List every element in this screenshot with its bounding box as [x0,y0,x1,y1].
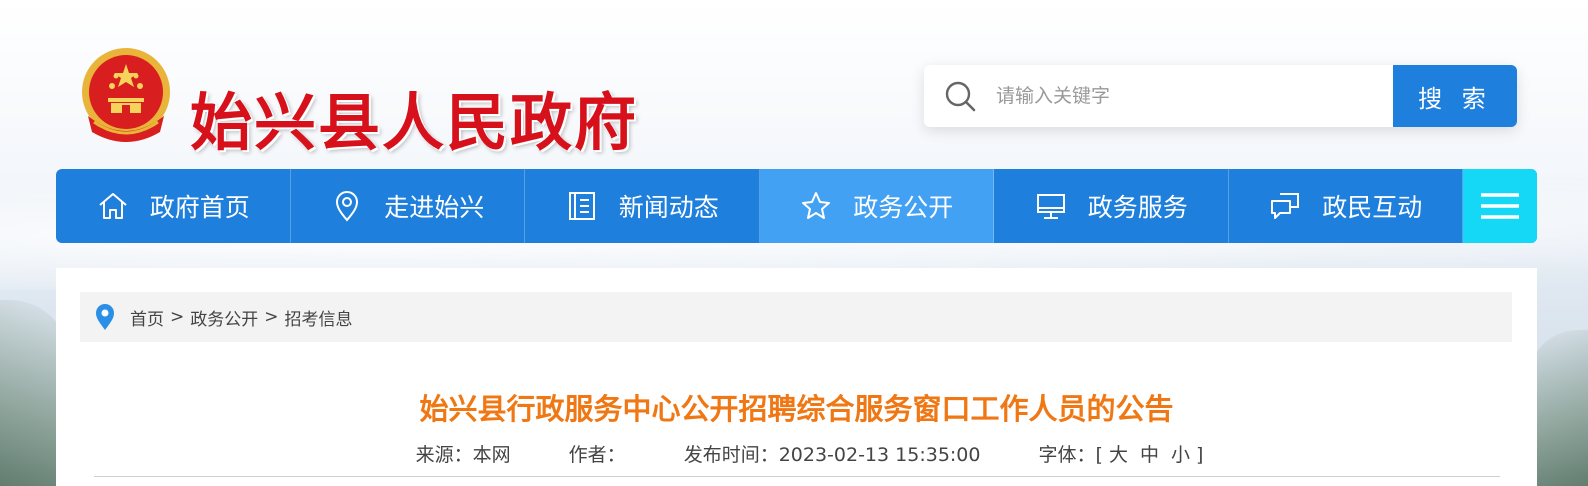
nav-item-interaction[interactable]: 政民互动 [1229,169,1463,243]
search-bar: 搜 索 [924,65,1517,127]
nav-item-label: 政民互动 [1322,193,1423,222]
font-size-large-button[interactable]: 大 [1109,444,1128,466]
chat-icon [1271,193,1300,219]
nav-item-label: 政府首页 [149,193,250,222]
search-button[interactable]: 搜 索 [1393,65,1517,127]
breadcrumb-separator: > [264,307,279,327]
font-size-bracket-close: ] [1196,444,1204,466]
hamburger-menu-icon [1481,193,1519,219]
article-meta: 来源：本网 作者： 发布时间：2023-02-13 15:35:00 字体：[ 大… [56,440,1537,467]
monitor-icon [1036,194,1065,219]
font-size-controls: 字体：[ 大中小] [1039,444,1204,466]
location-pin-icon [96,304,114,330]
nav-item-gov-affairs[interactable]: 政务公开 [759,169,994,243]
news-icon [568,192,595,220]
search-icon [924,65,996,127]
hamburger-menu-button[interactable] [1463,169,1537,243]
breadcrumb: 首页 > 政务公开 > 招考信息 [80,292,1512,342]
nav-item-label: 政务服务 [1087,193,1188,222]
nav-item-label: 新闻动态 [618,193,719,222]
home-icon [99,193,127,219]
site-title: 始兴县人民政府 [190,86,639,159]
font-size-small-button[interactable]: 小 [1171,444,1190,466]
article-publish-time: 发布时间：2023-02-13 15:35:00 [683,444,981,466]
divider [94,476,1500,477]
article-source: 来源：本网 [415,444,511,466]
breadcrumb-gov-affairs[interactable]: 政务公开 [190,305,258,330]
nav-item-home[interactable]: 政府首页 [56,169,291,243]
article-author: 作者： [568,444,626,466]
nav-item-gov-services[interactable]: 政务服务 [994,169,1229,243]
font-size-medium-button[interactable]: 中 [1140,444,1159,466]
nav-item-about[interactable]: 走进始兴 [291,169,525,243]
main-nav: 政府首页 走进始兴 新闻动态 政务公开 政务服务 政民互动 [56,169,1537,243]
content-panel: 首页 > 政务公开 > 招考信息 始兴县行政服务中心公开招聘综合服务窗口工作人员… [56,268,1537,486]
breadcrumb-home[interactable]: 首页 [130,305,164,330]
breadcrumb-recruitment[interactable]: 招考信息 [285,305,353,330]
breadcrumb-separator: > [170,307,185,327]
nav-item-label: 走进始兴 [384,193,485,222]
background-mountain-right [1528,330,1588,486]
national-emblem-logo [78,46,174,148]
nav-item-news[interactable]: 新闻动态 [525,169,760,243]
nav-item-label: 政务公开 [853,193,954,222]
search-input[interactable] [996,65,1393,127]
font-size-label: 字体：[ [1038,444,1103,466]
article-title: 始兴县行政服务中心公开招聘综合服务窗口工作人员的公告 [419,392,1174,426]
location-icon [336,191,359,222]
star-icon [802,192,831,219]
